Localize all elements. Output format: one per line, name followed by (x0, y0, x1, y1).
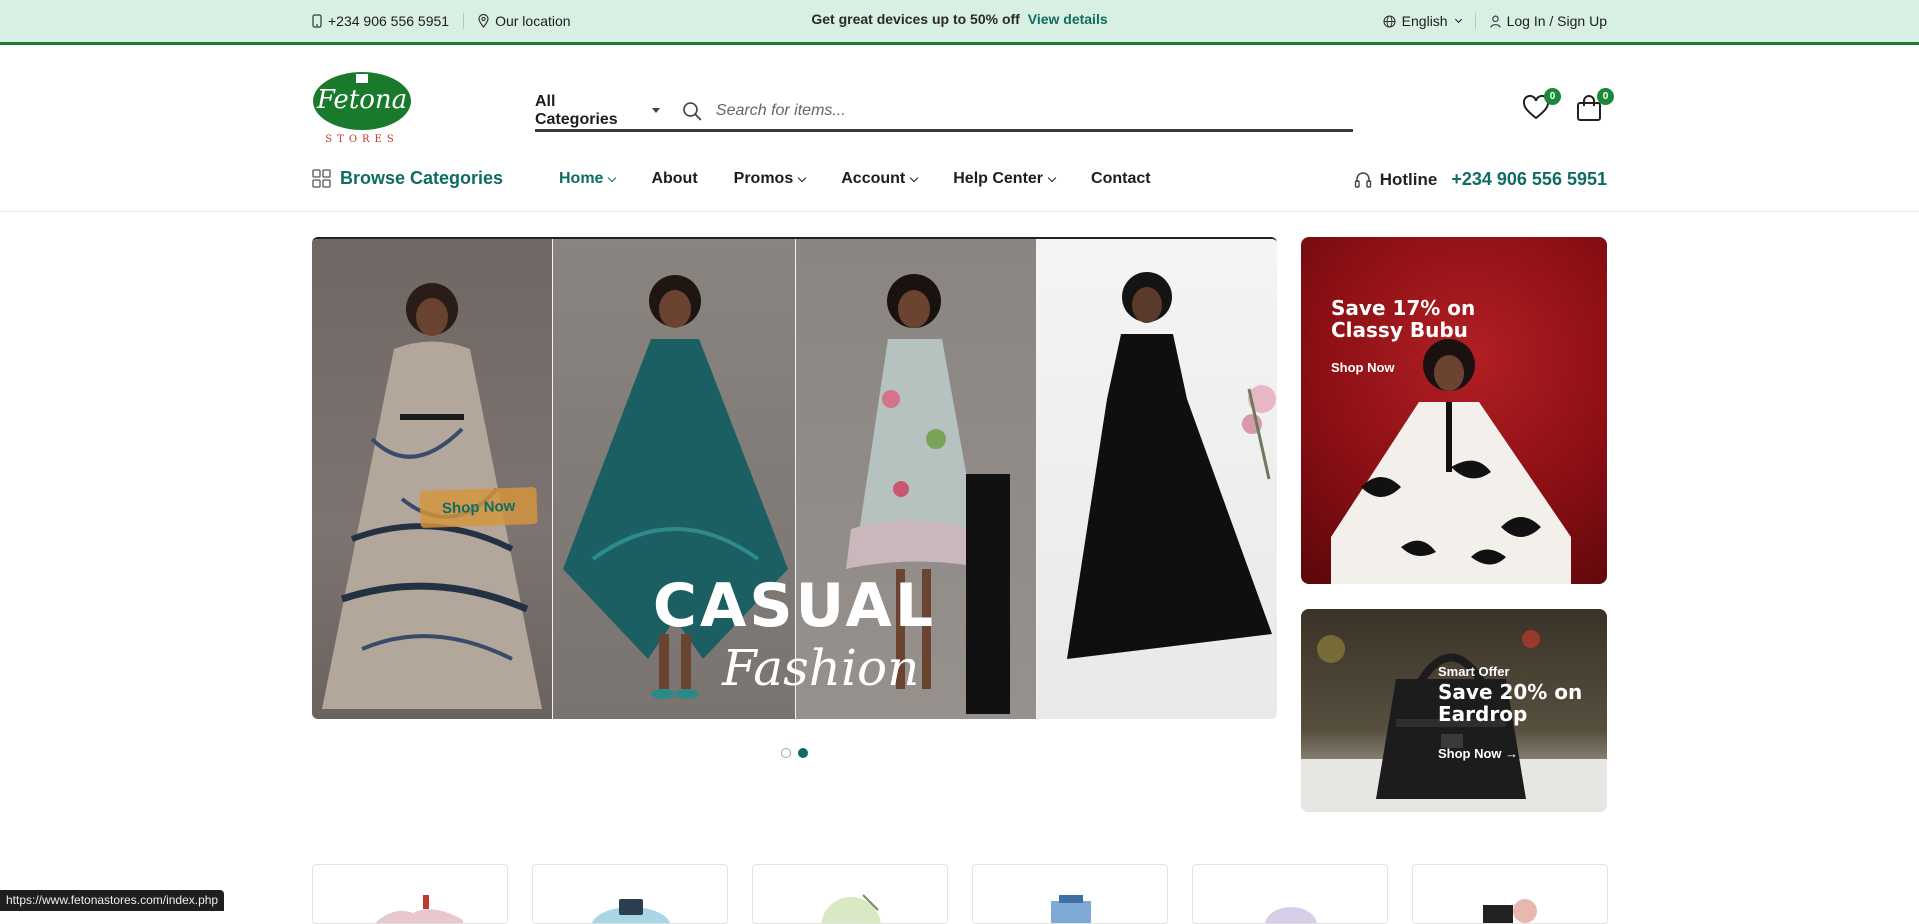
promo-message: Get great devices up to 50% off View det… (0, 11, 1919, 27)
logo-wordmark: Fetona (316, 85, 407, 115)
cart-count-badge: 0 (1597, 88, 1614, 105)
hero-subtitle: Fashion (722, 639, 919, 697)
top-bar: +234 906 556 5951 Our location Get great… (0, 0, 1919, 45)
login-signup-link[interactable]: Log In / Sign Up (1490, 13, 1607, 29)
chevron-down-icon (798, 173, 806, 181)
banner-title-line: Classy Bubu (1331, 319, 1475, 341)
search-icon[interactable] (682, 101, 702, 121)
nav-item-account[interactable]: Account (841, 170, 917, 188)
nav-item-label: Promos (734, 170, 794, 188)
login-signup-label: Log In / Sign Up (1507, 13, 1607, 29)
category-thumbnail-icon (1413, 865, 1608, 924)
category-card[interactable] (1412, 864, 1608, 924)
language-selector[interactable]: English (1383, 13, 1461, 29)
status-bar-url: https://www.fetonastores.com/index.php (0, 890, 224, 911)
chevron-down-icon (910, 173, 918, 181)
hero-title: CASUAL (312, 571, 1277, 641)
nav-item-label: Account (841, 170, 905, 188)
banner-shop-now-link[interactable]: Shop Now (1331, 360, 1395, 375)
hotline-number: +234 906 556 5951 (1451, 169, 1607, 190)
wishlist-button[interactable]: 0 (1522, 94, 1552, 124)
user-icon (1490, 15, 1501, 28)
banner-shop-now-link[interactable]: Shop Now → (1438, 746, 1518, 761)
promo-banner-eardrop[interactable]: Smart Offer Save 20% on Eardrop Shop Now… (1301, 609, 1607, 812)
wishlist-count-badge: 0 (1544, 88, 1561, 105)
model-figure-image (1037, 239, 1277, 719)
nav-item-label: About (651, 170, 697, 188)
chevron-down-icon (1048, 173, 1056, 181)
logo-subtext: STORES (325, 134, 398, 144)
hotline-label: Hotline (1380, 170, 1438, 190)
nav-item-label: Contact (1091, 170, 1151, 188)
banner-model-image (1301, 237, 1607, 584)
hero-slider[interactable]: Shop Now CASUAL Fashion (312, 237, 1277, 719)
banner-title-line: Save 20% on (1438, 681, 1582, 703)
category-card[interactable] (752, 864, 948, 924)
banner-tag: Smart Offer (1438, 664, 1510, 679)
banner-title: Save 17% on Classy Bubu (1331, 297, 1475, 341)
category-thumbnail-icon (753, 865, 948, 924)
slider-pagination (781, 748, 808, 758)
nav-item-label: Help Center (953, 170, 1043, 188)
category-select-label: All Categories (535, 93, 642, 129)
promo-banner-bubu[interactable]: Save 17% on Classy Bubu Shop Now (1301, 237, 1607, 584)
category-card[interactable] (532, 864, 728, 924)
globe-icon (1383, 15, 1396, 28)
main-navigation: Browse Categories Home About Promos Acco… (0, 160, 1919, 212)
nav-item-about[interactable]: About (651, 170, 697, 188)
category-thumbnail-icon (533, 865, 728, 924)
banner-title-line: Eardrop (1438, 703, 1582, 725)
cart-button[interactable]: 0 (1575, 94, 1605, 124)
promo-text: Get great devices up to 50% off (811, 11, 1020, 27)
model-figure-image (312, 239, 552, 719)
top-bar-right: English Log In / Sign Up (1383, 13, 1607, 29)
banner-title: Save 20% on Eardrop (1438, 681, 1582, 725)
nav-item-label: Home (559, 170, 603, 188)
nav-item-home[interactable]: Home (559, 170, 615, 188)
search-input[interactable] (716, 102, 1353, 120)
category-card[interactable] (972, 864, 1168, 924)
banner-title-line: Save 17% on (1331, 297, 1475, 319)
logo-graphic: Fetona STORES (312, 70, 412, 144)
category-select[interactable]: All Categories (535, 93, 682, 129)
nav-item-contact[interactable]: Contact (1091, 170, 1151, 188)
hero-image-panel (1037, 239, 1277, 719)
hero-shop-now-button[interactable]: Shop Now (419, 487, 538, 528)
divider (1475, 13, 1476, 29)
search-bar: All Categories (535, 92, 1353, 132)
chevron-down-icon (1455, 16, 1462, 23)
category-card[interactable] (1192, 864, 1388, 924)
slider-dot-1[interactable] (781, 748, 791, 758)
category-card[interactable] (312, 864, 508, 924)
grid-icon (312, 169, 331, 188)
browse-categories-label: Browse Categories (340, 168, 503, 189)
slider-dot-2[interactable] (798, 748, 808, 758)
headphones-icon (1354, 171, 1372, 189)
hotline[interactable]: Hotline +234 906 556 5951 (1354, 169, 1607, 190)
nav-item-promos[interactable]: Promos (734, 170, 806, 188)
hero-image-panel (312, 239, 552, 719)
category-thumbnail-icon (973, 865, 1168, 924)
site-logo[interactable]: Fetona STORES (312, 70, 412, 144)
browse-categories-button[interactable]: Browse Categories (312, 168, 503, 189)
view-details-link[interactable]: View details (1028, 11, 1108, 27)
category-thumbnail-icon (313, 865, 508, 924)
chevron-down-icon (608, 173, 616, 181)
category-cards-row (312, 864, 1608, 924)
nav-menu: Home About Promos Account Help Center Co… (559, 170, 1151, 188)
category-thumbnail-icon (1193, 865, 1388, 924)
nav-item-help-center[interactable]: Help Center (953, 170, 1055, 188)
language-label: English (1402, 13, 1448, 29)
caret-down-icon (652, 108, 660, 113)
